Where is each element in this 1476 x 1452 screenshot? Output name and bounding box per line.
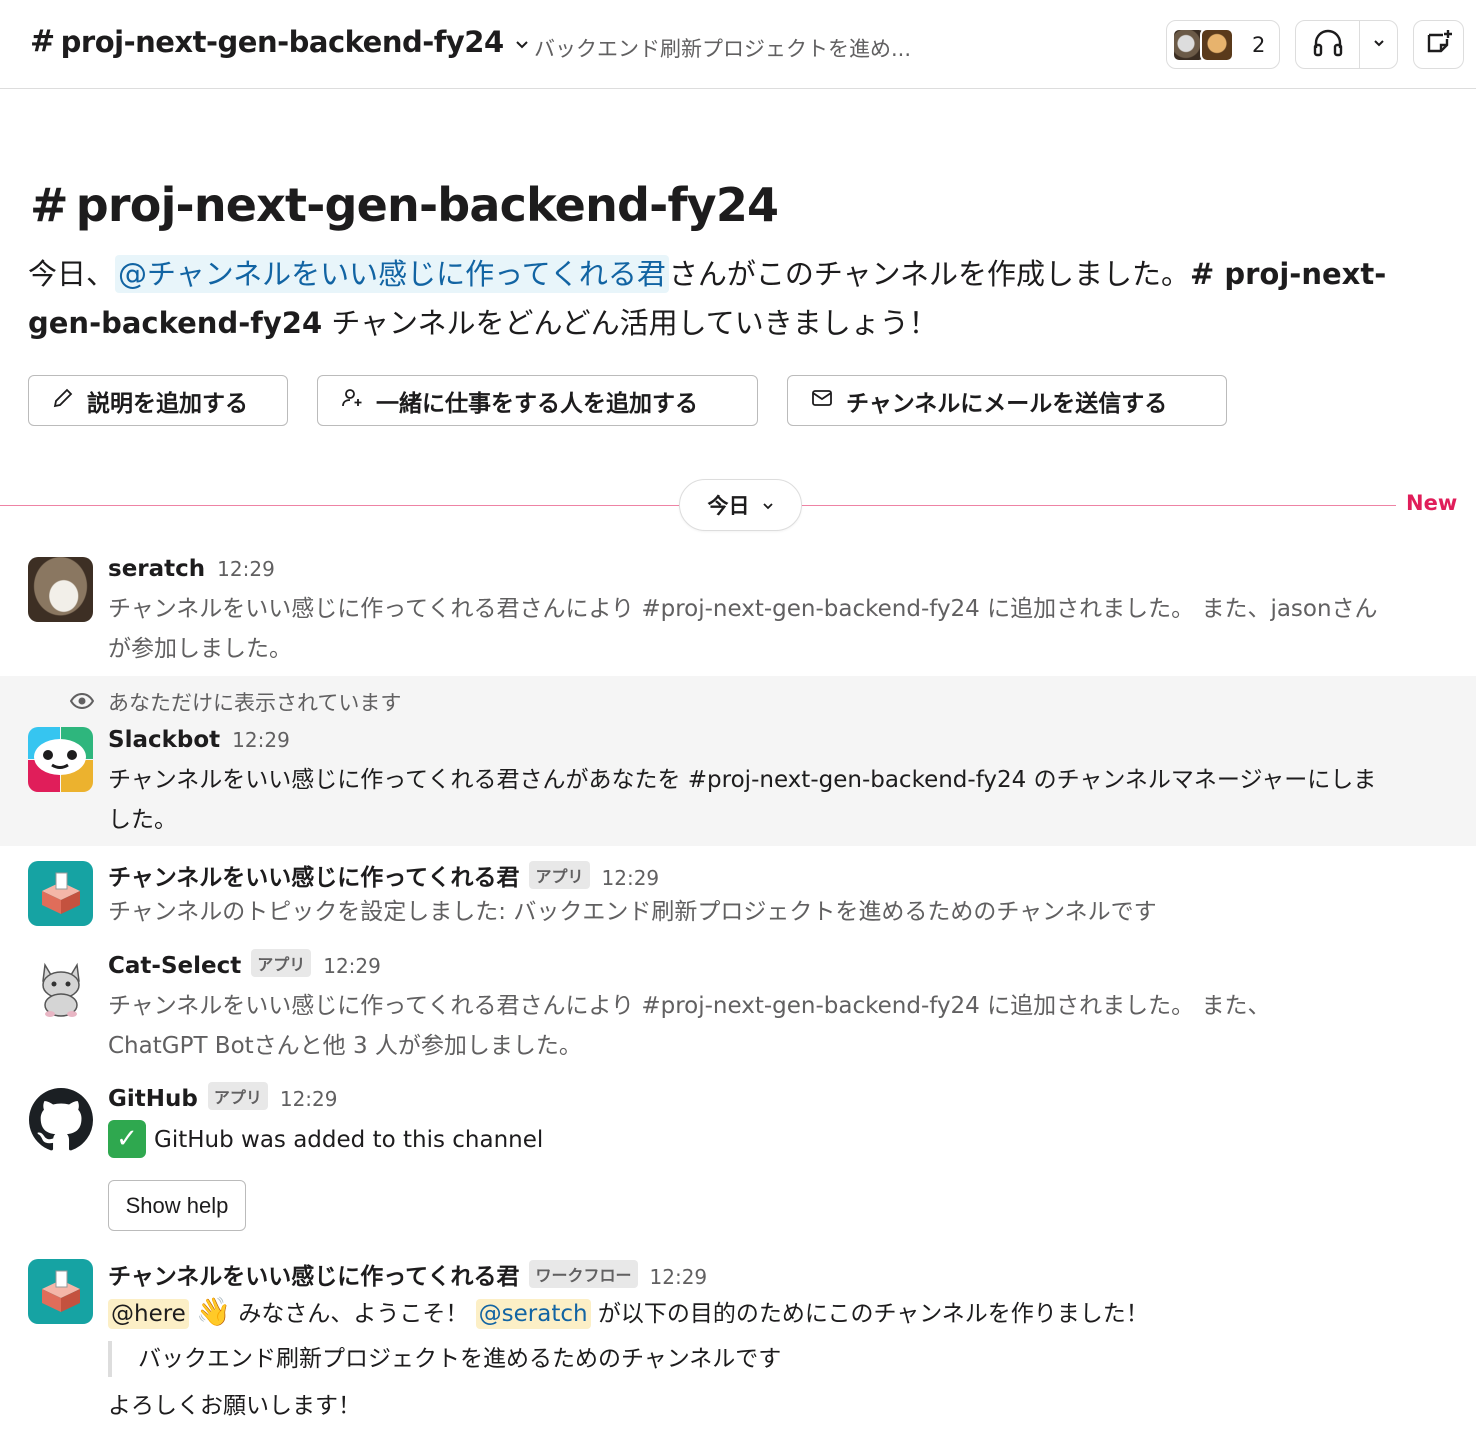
avatar[interactable]: [28, 861, 93, 926]
add-person-icon: [340, 386, 376, 416]
chevron-down-icon: [1372, 35, 1386, 54]
add-people-button[interactable]: 一緒に仕事をする人を追加する: [317, 375, 758, 426]
message-author[interactable]: チャンネルをいい感じに作ってくれる君: [108, 1257, 519, 1291]
avatar[interactable]: [28, 1259, 93, 1324]
canvas-icon: [1423, 27, 1455, 63]
intro-text-prefix: 今日、: [28, 257, 116, 291]
avatar[interactable]: [28, 557, 93, 622]
day-jump-button[interactable]: 今日: [679, 479, 802, 531]
intro-channel-title: # proj-next-gen-backend-fy24: [30, 178, 779, 232]
message-text: チャンネルのトピックを設定しました: バックエンド刷新プロジェクトを進めるための…: [108, 899, 1157, 925]
intro-text-middle: さんがこのチャンネルを作成しました。: [668, 257, 1190, 291]
avatar[interactable]: [28, 955, 93, 1020]
avatar[interactable]: [28, 727, 93, 792]
member-avatar: [1200, 27, 1234, 62]
ephemeral-note: あなただけに表示されています: [108, 691, 402, 715]
intro-text-suffix: チャンネルをどんどん活用していきましょう！: [322, 306, 938, 340]
new-messages-line: [802, 505, 1396, 506]
message-text: が参加しました。: [108, 636, 292, 662]
message-text: チャンネルをいい感じに作ってくれる君さんにより #proj-next-gen-b…: [108, 596, 1378, 622]
ballot-box-icon: [41, 872, 80, 914]
show-help-button[interactable]: Show help: [108, 1180, 246, 1231]
huddle-options-button[interactable]: [1360, 35, 1397, 54]
message-text: チャンネルをいい感じに作ってくれる君さんがあなたを #proj-next-gen…: [108, 767, 1377, 793]
members-button[interactable]: 2: [1166, 20, 1280, 69]
huddle-button[interactable]: [1296, 21, 1360, 68]
message-timestamp[interactable]: 12:29: [217, 557, 275, 581]
channel-header: # proj-next-gen-backend-fy24 バックエンド刷新プロジ…: [0, 0, 1476, 89]
message-text-b: が以下の目的のためにこのチャンネルを作りました！: [590, 1301, 1149, 1327]
cat-icon: [41, 962, 80, 1017]
headphones-icon: [1311, 26, 1345, 64]
message-timestamp[interactable]: 12:29: [602, 866, 660, 890]
channel-topic[interactable]: バックエンド刷新プロジェクトを進め...: [534, 33, 911, 63]
send-email-label: チャンネルにメールを送信する: [846, 390, 1168, 417]
canvas-button[interactable]: [1413, 20, 1464, 69]
message-text-content: GitHub was added to this channel: [154, 1127, 544, 1153]
app-badge: アプリ: [529, 861, 590, 889]
hash-icon: #: [30, 24, 55, 59]
user-mention[interactable]: @seratch: [475, 1299, 591, 1329]
github-icon: [28, 1087, 93, 1150]
pencil-icon: [51, 386, 87, 416]
app-badge: アプリ: [207, 1082, 268, 1110]
message-text-a: みなさん、ようこそ！: [231, 1301, 476, 1327]
message-closing: よろしくお願いします！: [108, 1393, 361, 1419]
message-text: チャンネルをいい感じに作ってくれる君さんにより #proj-next-gen-b…: [108, 993, 1271, 1019]
message-author[interactable]: Slackbot: [108, 727, 220, 753]
add-description-button[interactable]: 説明を追加する: [28, 375, 288, 426]
add-description-label: 説明を追加する: [87, 390, 248, 417]
message-timestamp[interactable]: 12:29: [650, 1265, 708, 1289]
wave-emoji-icon: 👋: [196, 1295, 232, 1328]
app-badge: アプリ: [251, 949, 312, 977]
chevron-down-icon: [514, 25, 530, 59]
channel-name-button[interactable]: # proj-next-gen-backend-fy24: [30, 24, 530, 59]
intro-description: 今日、 @チャンネルをいい感じに作ってくれる君 さんがこのチャンネルを作成しました。…: [28, 250, 1448, 348]
member-count: 2: [1252, 32, 1266, 57]
message-author[interactable]: seratch: [108, 556, 205, 582]
chevron-down-icon: [750, 493, 774, 517]
message-timestamp[interactable]: 12:29: [323, 954, 381, 978]
channel-name: proj-next-gen-backend-fy24: [60, 24, 505, 59]
new-messages-label: New: [1406, 491, 1458, 515]
workflow-badge: ワークフロー: [529, 1260, 638, 1288]
avatar[interactable]: [28, 1087, 93, 1152]
new-messages-line: [0, 505, 679, 506]
check-icon: ✓: [108, 1119, 146, 1158]
message-timestamp[interactable]: 12:29: [232, 728, 290, 752]
message-quote: バックエンド刷新プロジェクトを進めるためのチャンネルです: [108, 1341, 781, 1377]
creator-mention[interactable]: @チャンネルをいい感じに作ってくれる君: [115, 255, 669, 293]
send-email-button[interactable]: チャンネルにメールを送信する: [787, 375, 1227, 426]
day-label: 今日: [707, 494, 750, 518]
here-mention[interactable]: @here: [108, 1299, 189, 1329]
email-icon: [810, 386, 846, 416]
message-text: ✓ GitHub was added to this channel: [108, 1119, 544, 1160]
hash-icon: #: [30, 178, 69, 232]
ballot-box-icon: [41, 1270, 80, 1312]
slackbot-icon: [28, 727, 93, 792]
add-people-label: 一緒に仕事をする人を追加する: [376, 390, 698, 417]
intro-channel-name: proj-next-gen-backend-fy24: [75, 178, 779, 232]
huddle-button-group: [1295, 20, 1398, 69]
message-text: @here 👋 みなさん、ようこそ！ @seratch が以下の目的のためにこの…: [108, 1292, 1149, 1334]
message-author[interactable]: GitHub: [108, 1086, 198, 1112]
message-author[interactable]: Cat-Select: [108, 953, 241, 979]
message-author[interactable]: チャンネルをいい感じに作ってくれる君: [108, 858, 519, 892]
message-text: ChatGPT Botさんと他 3 人が参加しました。: [108, 1033, 582, 1059]
eye-icon: [69, 692, 95, 714]
message-timestamp[interactable]: 12:29: [280, 1087, 338, 1111]
message-text: した。: [108, 807, 177, 833]
